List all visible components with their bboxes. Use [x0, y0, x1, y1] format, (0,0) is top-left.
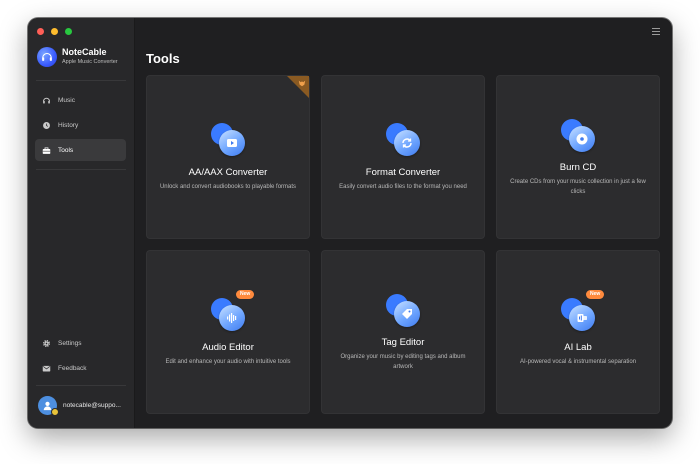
maximize-window-button[interactable] — [65, 28, 72, 35]
app-subtitle: Apple Music Converter — [62, 59, 118, 65]
tool-description: Easily convert audio files to the format… — [339, 184, 467, 190]
page-title: Tools — [146, 51, 180, 66]
app-window: NoteCable Apple Music Converter Music Hi… — [28, 18, 672, 428]
window-controls — [37, 28, 72, 35]
gear-icon — [42, 339, 51, 347]
main-content: Tools AA/AAX Converter Unlock and conver… — [135, 18, 672, 428]
sidebar-item-label: Feedback — [58, 364, 87, 372]
tool-icon — [209, 120, 247, 158]
tool-description: Organize your music by editing tags and … — [340, 354, 466, 370]
clock-icon — [43, 121, 50, 129]
sidebar-item-settings[interactable]: Settings — [35, 332, 126, 354]
tool-description: Create CDs from your music collection in… — [510, 179, 646, 195]
fox-icon — [298, 80, 306, 87]
close-window-button[interactable] — [37, 28, 44, 35]
waveform-icon — [227, 313, 237, 323]
tool-title: Tag Editor — [381, 337, 425, 348]
tool-title: Burn CD — [559, 162, 597, 173]
headphones-logo-icon — [37, 47, 57, 67]
sidebar-item-history[interactable]: History — [35, 114, 126, 136]
divider — [36, 169, 126, 170]
tool-title: AA/AAX Converter — [188, 167, 268, 178]
tool-card-tag-editor[interactable]: Tag Editor Organize your music by editin… — [321, 250, 485, 414]
tool-icon — [209, 295, 247, 333]
sidebar-item-feedback[interactable]: Feedback — [35, 357, 126, 379]
sidebar-item-label: History — [58, 121, 79, 129]
avatar — [38, 396, 59, 416]
tag-icon — [402, 309, 412, 319]
tool-description: Unlock and convert audiobooks to playabl… — [159, 184, 297, 190]
toolbox-icon — [42, 147, 51, 154]
sidebar-item-label: Tools — [58, 146, 74, 154]
badge-icon — [51, 408, 59, 416]
divider — [36, 80, 126, 81]
sidebar-item-music[interactable]: Music — [35, 89, 126, 111]
sidebar-item-label: Settings — [58, 339, 82, 347]
sidebar-item-tools[interactable]: Tools — [35, 139, 126, 161]
tool-title: AI Lab — [564, 342, 592, 353]
tool-icon — [384, 291, 422, 329]
tool-card-ai-lab[interactable]: New AI Lab AI-powered vocal & instrument… — [496, 250, 660, 414]
tool-description: AI-powered vocal & instrumental separati… — [519, 359, 637, 365]
sidebar-item-label: Music — [58, 96, 75, 104]
disc-icon — [576, 133, 588, 145]
headphones-icon — [43, 97, 50, 103]
tool-title: Format Converter — [365, 167, 441, 178]
tool-icon — [559, 116, 597, 154]
minimize-window-button[interactable] — [51, 28, 58, 35]
user-email: notecable@suppo... — [63, 402, 121, 409]
app-name: NoteCable — [62, 47, 107, 57]
mail-icon — [42, 365, 51, 371]
divider — [36, 385, 126, 386]
play-icon — [227, 139, 237, 147]
tool-card-aa-aax-converter[interactable]: AA/AAX Converter Unlock and convert audi… — [146, 75, 310, 239]
tool-title: Audio Editor — [202, 342, 254, 353]
tool-card-burn-cd[interactable]: Burn CD Create CDs from your music colle… — [496, 75, 660, 239]
tool-card-format-converter[interactable]: Format Converter Easily convert audio fi… — [321, 75, 485, 239]
refresh-icon — [402, 138, 412, 148]
sidebar: NoteCable Apple Music Converter Music Hi… — [28, 18, 135, 428]
app-brand: NoteCable Apple Music Converter — [37, 47, 118, 67]
user-account[interactable]: notecable@suppo... — [38, 396, 127, 416]
menu-icon[interactable] — [652, 28, 660, 35]
tool-description: Edit and enhance your audio with intuiti… — [165, 359, 291, 365]
tool-icon — [384, 120, 422, 158]
tool-card-audio-editor[interactable]: New Audio Editor Edit and enhance your a… — [146, 250, 310, 414]
tool-icon — [559, 295, 597, 333]
ai-icon — [577, 314, 587, 322]
